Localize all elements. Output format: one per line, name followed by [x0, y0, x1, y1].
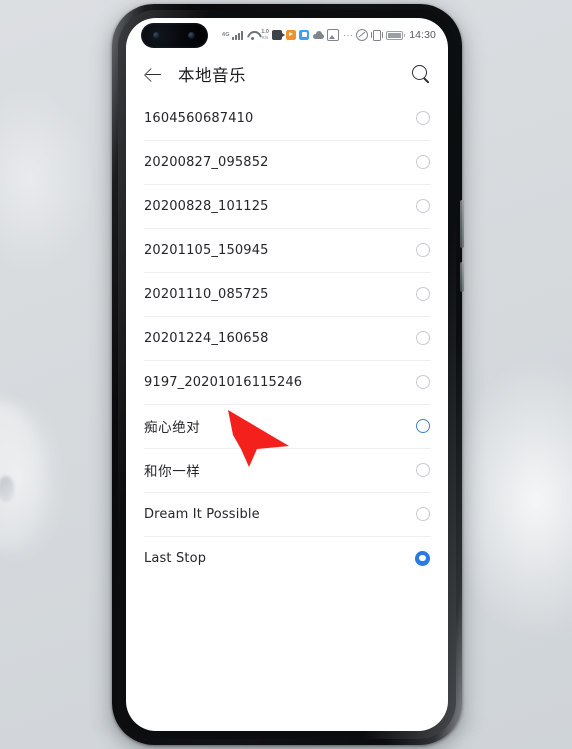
gallery-image-icon	[327, 29, 340, 41]
list-item[interactable]: 20201110_085725	[144, 272, 430, 316]
dual-camera-punch-hole	[141, 23, 208, 48]
network-speed-indicator: 1.0 K/s	[261, 30, 269, 40]
app-bar: 本地音乐	[126, 52, 448, 96]
music-list: 1604560687410 20200827_095852 20200828_101…	[126, 96, 448, 580]
video-recorder-icon	[272, 30, 286, 40]
list-item-label: 20201105_150945	[144, 242, 269, 258]
list-item[interactable]: 痴心绝对	[144, 404, 430, 448]
vibrate-mode-icon	[370, 29, 384, 41]
front-camera-lens-left	[153, 32, 160, 39]
orange-media-player-icon	[285, 30, 296, 40]
more-notifications-icon: ···	[342, 29, 354, 40]
list-item[interactable]: Dream It Possible	[144, 492, 430, 536]
list-item-label: 痴心绝对	[144, 420, 201, 436]
list-item-label: 20201224_160658	[144, 330, 269, 346]
list-item-label: 和你一样	[144, 464, 201, 480]
battery-full-icon	[386, 30, 406, 40]
list-item[interactable]: 20201105_150945	[144, 228, 430, 272]
front-camera-lens-right	[188, 32, 195, 39]
signal-bars-icon	[232, 30, 244, 40]
alarm-off-icon	[355, 29, 368, 41]
volume-button[interactable]	[460, 262, 464, 292]
status-bar: 4G 1.0 K/s ··· 14:30	[126, 18, 448, 52]
radio-button[interactable]	[416, 507, 430, 521]
list-item-label: 9197_20201016115246	[144, 374, 303, 390]
status-bar-left-icons: 4G 1.0 K/s ···	[222, 18, 354, 52]
radio-button[interactable]	[416, 463, 430, 477]
radio-button[interactable]	[416, 419, 430, 433]
radio-button[interactable]	[416, 243, 430, 257]
list-item-label: 20200827_095852	[144, 154, 269, 170]
cloud-icon	[312, 31, 324, 39]
list-item[interactable]: 9197_20201016115246	[144, 360, 430, 404]
list-item[interactable]: 20200827_095852	[144, 140, 430, 184]
page-title: 本地音乐	[178, 66, 246, 85]
radio-button[interactable]	[415, 550, 430, 566]
radio-button[interactable]	[416, 155, 430, 169]
list-item[interactable]: Last Stop	[144, 536, 430, 580]
wifi-icon	[247, 31, 258, 40]
list-item-label: 20200828_101125	[144, 198, 269, 214]
radio-button[interactable]	[416, 111, 430, 125]
list-item[interactable]: 1604560687410	[144, 96, 430, 140]
list-item-label: 20201110_085725	[144, 286, 269, 302]
power-button[interactable]	[460, 200, 464, 248]
list-item-label: Last Stop	[144, 550, 207, 566]
list-item-label: 1604560687410	[144, 110, 254, 126]
radio-button[interactable]	[416, 287, 430, 301]
radio-button[interactable]	[416, 199, 430, 213]
phone-device: 4G 1.0 K/s ··· 14:30 本地音乐 1604560687410 …	[112, 4, 464, 745]
back-arrow-icon[interactable]	[142, 63, 164, 85]
status-bar-clock: 14:30	[409, 29, 436, 41]
network-type-label: 4G	[222, 32, 230, 38]
list-item[interactable]: 20201224_160658	[144, 316, 430, 360]
status-bar-right-icons: 14:30	[355, 29, 436, 41]
search-icon[interactable]	[410, 63, 432, 85]
list-item[interactable]: 和你一样	[144, 448, 430, 492]
network-speed-unit: K/s	[262, 34, 269, 40]
list-item[interactable]: 20200828_101125	[144, 184, 430, 228]
blue-app-icon	[299, 30, 310, 40]
radio-button[interactable]	[416, 375, 430, 389]
phone-screen: 4G 1.0 K/s ··· 14:30 本地音乐 1604560687410 …	[126, 18, 448, 731]
radio-button[interactable]	[416, 331, 430, 345]
list-item-label: Dream It Possible	[144, 506, 260, 522]
